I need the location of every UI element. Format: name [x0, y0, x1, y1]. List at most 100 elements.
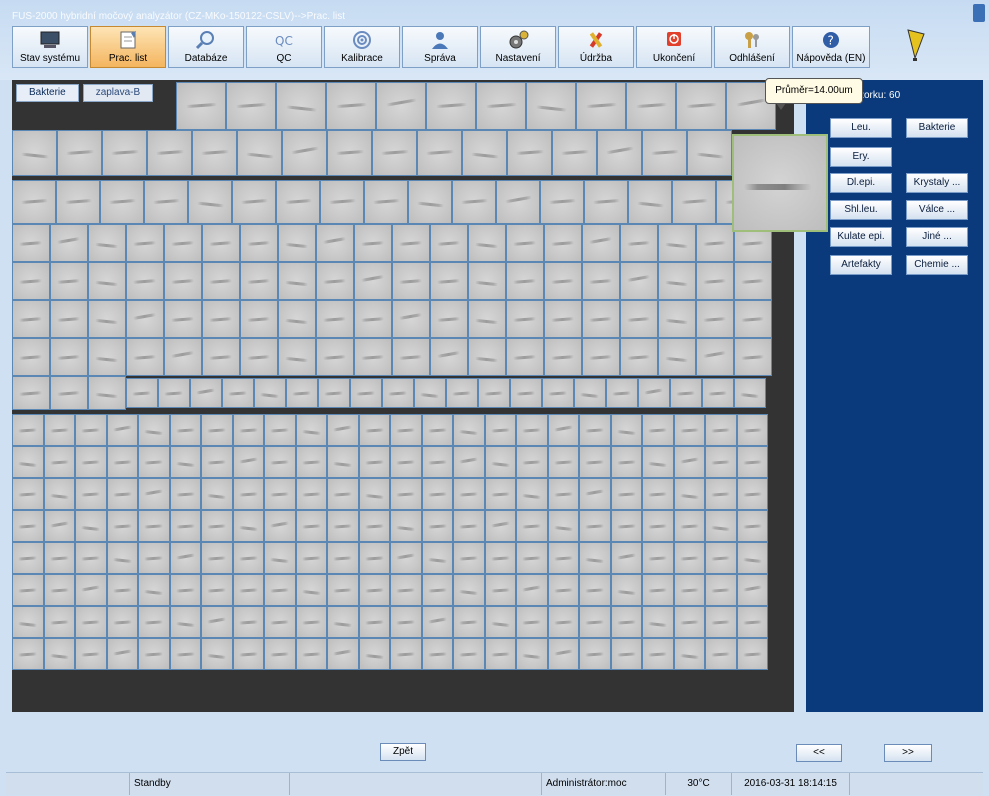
particle-thumbnail[interactable]	[201, 542, 233, 574]
particle-thumbnail[interactable]	[507, 130, 552, 176]
particle-thumbnail[interactable]	[414, 378, 446, 408]
particle-thumbnail[interactable]	[43, 478, 75, 510]
particle-thumbnail[interactable]	[327, 638, 359, 670]
particle-thumbnail[interactable]	[705, 638, 737, 670]
particle-thumbnail[interactable]	[202, 262, 240, 300]
particle-thumbnail[interactable]	[295, 542, 327, 574]
particle-thumbnail[interactable]	[736, 446, 768, 478]
particle-thumbnail[interactable]	[278, 338, 316, 376]
particle-thumbnail[interactable]	[734, 262, 772, 300]
particle-thumbnail[interactable]	[50, 338, 88, 376]
particle-thumbnail[interactable]	[696, 300, 734, 338]
particle-thumbnail[interactable]	[516, 446, 548, 478]
particle-thumbnail[interactable]	[696, 224, 734, 262]
toolbar-button-kalibrace[interactable]: Kalibrace	[324, 26, 400, 68]
particle-thumbnail[interactable]	[57, 130, 102, 176]
particle-thumbnail[interactable]	[642, 478, 674, 510]
particle-thumbnail[interactable]	[316, 262, 354, 300]
particle-thumbnail[interactable]	[264, 542, 296, 574]
particle-thumbnail[interactable]	[202, 338, 240, 376]
particle-thumbnail[interactable]	[736, 414, 768, 446]
particle-thumbnail[interactable]	[106, 606, 138, 638]
particle-thumbnail[interactable]	[626, 82, 676, 130]
particle-thumbnail[interactable]	[670, 378, 702, 408]
particle-thumbnail[interactable]	[390, 510, 422, 542]
particle-thumbnail[interactable]	[222, 378, 254, 408]
particle-thumbnail[interactable]	[12, 542, 44, 574]
particle-thumbnail[interactable]	[672, 180, 716, 224]
particle-thumbnail[interactable]	[232, 606, 264, 638]
particle-thumbnail[interactable]	[390, 638, 422, 670]
particle-thumbnail[interactable]	[138, 478, 170, 510]
particle-thumbnail[interactable]	[88, 224, 126, 262]
particle-thumbnail[interactable]	[12, 446, 44, 478]
class-button-chemie[interactable]: Chemie ...	[906, 255, 968, 275]
particle-thumbnail[interactable]	[276, 180, 320, 224]
particle-thumbnail[interactable]	[126, 378, 158, 408]
particle-thumbnail[interactable]	[547, 478, 579, 510]
particle-thumbnail[interactable]	[264, 510, 296, 542]
particle-thumbnail[interactable]	[610, 446, 642, 478]
particle-thumbnail[interactable]	[12, 338, 50, 376]
particle-thumbnail[interactable]	[316, 300, 354, 338]
particle-thumbnail[interactable]	[264, 638, 296, 670]
particle-thumbnail[interactable]	[579, 574, 611, 606]
particle-thumbnail[interactable]	[547, 510, 579, 542]
particle-thumbnail[interactable]	[673, 478, 705, 510]
particle-thumbnail[interactable]	[516, 414, 548, 446]
particle-thumbnail[interactable]	[453, 414, 485, 446]
particle-thumbnail[interactable]	[628, 180, 672, 224]
window-menu-icon[interactable]	[973, 4, 985, 22]
particle-thumbnail[interactable]	[426, 82, 476, 130]
particle-thumbnail[interactable]	[43, 542, 75, 574]
particle-thumbnail[interactable]	[295, 446, 327, 478]
particle-thumbnail[interactable]	[390, 542, 422, 574]
particle-thumbnail[interactable]	[705, 542, 737, 574]
particle-thumbnail[interactable]	[12, 510, 44, 542]
image-gallery[interactable]: Bakterie zaplava-B	[12, 80, 794, 712]
particle-thumbnail[interactable]	[264, 414, 296, 446]
particle-thumbnail[interactable]	[201, 478, 233, 510]
particle-thumbnail[interactable]	[50, 300, 88, 338]
particle-thumbnail[interactable]	[144, 180, 188, 224]
particle-thumbnail[interactable]	[610, 542, 642, 574]
particle-thumbnail[interactable]	[232, 542, 264, 574]
particle-thumbnail[interactable]	[673, 414, 705, 446]
particle-thumbnail[interactable]	[421, 478, 453, 510]
particle-thumbnail[interactable]	[192, 130, 237, 176]
toolbar-button-udrzba[interactable]: Údržba	[558, 26, 634, 68]
particle-thumbnail[interactable]	[43, 638, 75, 670]
particle-thumbnail[interactable]	[408, 180, 452, 224]
particle-thumbnail[interactable]	[484, 510, 516, 542]
particle-thumbnail[interactable]	[169, 414, 201, 446]
particle-thumbnail[interactable]	[12, 130, 57, 176]
particle-thumbnail[interactable]	[201, 638, 233, 670]
particle-thumbnail[interactable]	[226, 82, 276, 130]
particle-thumbnail[interactable]	[390, 414, 422, 446]
particle-thumbnail[interactable]	[516, 638, 548, 670]
particle-thumbnail[interactable]	[43, 414, 75, 446]
particle-thumbnail[interactable]	[354, 262, 392, 300]
particle-thumbnail[interactable]	[642, 510, 674, 542]
particle-thumbnail[interactable]	[552, 130, 597, 176]
particle-thumbnail[interactable]	[576, 82, 626, 130]
particle-thumbnail[interactable]	[147, 130, 192, 176]
particle-thumbnail[interactable]	[547, 606, 579, 638]
particle-thumbnail[interactable]	[232, 574, 264, 606]
particle-thumbnail[interactable]	[106, 574, 138, 606]
particle-thumbnail[interactable]	[164, 338, 202, 376]
toolbar-button-databaze[interactable]: Databáze	[168, 26, 244, 68]
particle-thumbnail[interactable]	[421, 510, 453, 542]
particle-thumbnail[interactable]	[430, 224, 468, 262]
particle-thumbnail[interactable]	[673, 638, 705, 670]
particle-thumbnail[interactable]	[736, 478, 768, 510]
particle-thumbnail[interactable]	[673, 446, 705, 478]
particle-thumbnail[interactable]	[75, 478, 107, 510]
particle-thumbnail[interactable]	[295, 414, 327, 446]
particle-thumbnail[interactable]	[169, 510, 201, 542]
particle-thumbnail[interactable]	[453, 510, 485, 542]
particle-thumbnail[interactable]	[392, 300, 430, 338]
particle-thumbnail[interactable]	[188, 180, 232, 224]
particle-thumbnail[interactable]	[610, 574, 642, 606]
particle-thumbnail[interactable]	[56, 180, 100, 224]
